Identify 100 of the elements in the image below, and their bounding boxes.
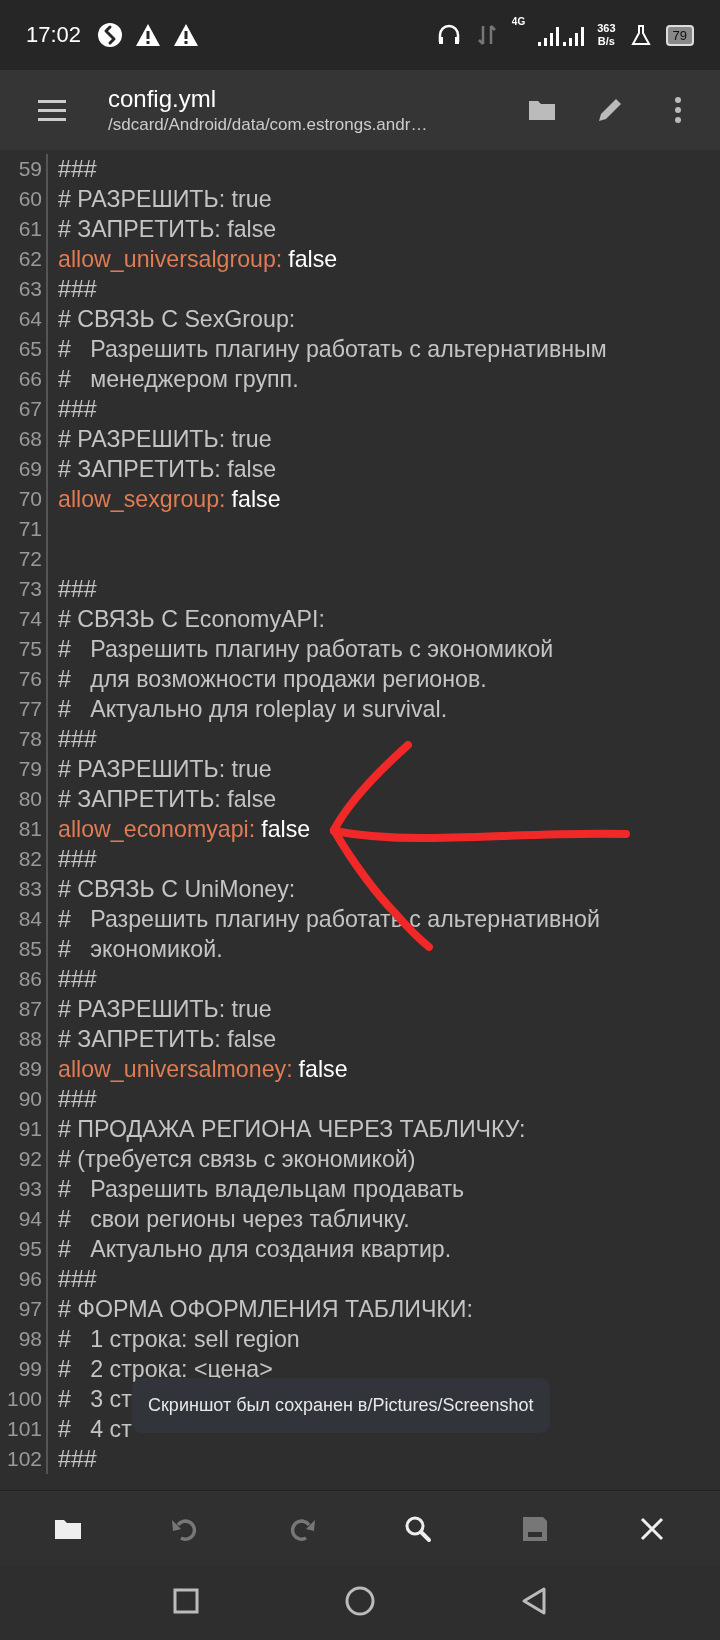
line-number: 59 — [0, 154, 48, 184]
line-number: 72 — [0, 544, 48, 574]
comment-line: # ФОРМА ОФОРМЛЕНИЯ ТАБЛИЧКИ: — [58, 1295, 473, 1324]
comment-line: # Актуально для roleplay и survival. — [58, 695, 448, 724]
line-number: 89 — [0, 1054, 48, 1084]
line-number: 64 — [0, 304, 48, 334]
comment-line: # 1 строка: sell region — [58, 1325, 300, 1354]
comment-line: # Разрешить плагину работать с альтернативным — [58, 335, 607, 364]
comment-line: # Разрешить плагину работать с экономикой — [58, 635, 554, 664]
comment-line: ### — [58, 1445, 97, 1474]
network-speed: 363 — [597, 22, 616, 35]
setting-key: allow_universalmoney: — [58, 1054, 293, 1084]
comment-line: # ЗАПРЕТИТЬ: false — [58, 455, 277, 484]
line-number: 90 — [0, 1084, 48, 1114]
home-button[interactable] — [343, 1584, 377, 1618]
setting-value: false — [298, 1055, 348, 1084]
comment-line: ### — [58, 965, 97, 994]
comment-line: # СВЯЗЬ С EconomyAPI: — [58, 605, 325, 634]
comment-line: # 3 ст — [58, 1385, 132, 1414]
line-number: 94 — [0, 1204, 48, 1234]
file-name: config.yml — [108, 85, 218, 113]
line-number: 68 — [0, 424, 48, 454]
comment-line: # ЗАПРЕТИТЬ: false — [58, 215, 277, 244]
line-number: 78 — [0, 724, 48, 754]
line-number: 77 — [0, 694, 48, 724]
comment-line: ### — [58, 275, 97, 304]
comment-line: # 4 ст — [58, 1415, 132, 1444]
line-number: 62 — [0, 244, 48, 274]
line-number: 100 — [0, 1384, 48, 1414]
comment-line: # Разрешить владельцам продавать — [58, 1175, 465, 1204]
line-number: 83 — [0, 874, 48, 904]
warning-icon — [135, 22, 162, 48]
line-number: 101 — [0, 1414, 48, 1444]
line-number: 65 — [0, 334, 48, 364]
comment-line: ### — [58, 725, 97, 754]
line-number: 79 — [0, 754, 48, 784]
comment-line: ### — [58, 1265, 97, 1294]
line-number: 61 — [0, 214, 48, 244]
more-icon — [674, 94, 682, 126]
line-number: 75 — [0, 634, 48, 664]
line-number: 73 — [0, 574, 48, 604]
line-number: 85 — [0, 934, 48, 964]
comment-line: # ЗАПРЕТИТЬ: false — [58, 1025, 277, 1054]
comment-line: # Актуально для создания квартир. — [58, 1235, 452, 1264]
line-number: 66 — [0, 364, 48, 394]
warning-icon — [173, 22, 200, 48]
file-path: /sdcard/Android/data/com.estrongs.andr… — [108, 115, 429, 135]
comment-line: # менеджером групп. — [58, 365, 299, 394]
comment-line: # (требуется связь с экономикой) — [58, 1145, 416, 1174]
line-number: 87 — [0, 994, 48, 1024]
line-number: 60 — [0, 184, 48, 214]
comment-line: # СВЯЗЬ С SexGroup: — [58, 305, 296, 334]
comment-line: # ПРОДАЖА РЕГИОНА ЧЕРЕЗ ТАБЛИЧКУ: — [58, 1115, 526, 1144]
app-notification-icon — [97, 22, 124, 48]
setting-value: false — [231, 485, 281, 514]
setting-key: allow_universalgroup: — [58, 244, 283, 274]
line-number: 80 — [0, 784, 48, 814]
line-number: 70 — [0, 484, 48, 514]
comment-line: # свои регионы через табличку. — [58, 1205, 410, 1234]
line-number: 92 — [0, 1144, 48, 1174]
comment-line: ### — [58, 155, 97, 184]
setting-key: allow_economyapi: — [58, 814, 256, 844]
comment-line: # РАЗРЕШИТЬ: true — [58, 755, 272, 784]
comment-line: ### — [58, 395, 97, 424]
line-number: 102 — [0, 1444, 48, 1474]
comment-line: # РАЗРЕШИТЬ: true — [58, 185, 272, 214]
setting-value: false — [288, 245, 338, 274]
line-number: 63 — [0, 274, 48, 304]
battery-level: 79 — [665, 24, 694, 46]
comment-line: ### — [58, 1085, 97, 1114]
line-number: 88 — [0, 1024, 48, 1054]
comment-line: # экономикой. — [58, 935, 223, 964]
setting-key: allow_sexgroup: — [58, 484, 226, 514]
line-number: 82 — [0, 844, 48, 874]
line-number: 96 — [0, 1264, 48, 1294]
comment-line: # СВЯЗЬ С UniMoney: — [58, 875, 296, 904]
comment-line: # ЗАПРЕТИТЬ: false — [58, 785, 277, 814]
line-number: 91 — [0, 1114, 48, 1144]
line-number: 86 — [0, 964, 48, 994]
line-number: 71 — [0, 514, 48, 544]
line-number: 93 — [0, 1174, 48, 1204]
network-type: 4G — [511, 16, 526, 27]
comment-line: ### — [58, 575, 97, 604]
clock: 17:02 — [26, 22, 82, 48]
comment-line: # РАЗРЕШИТЬ: true — [58, 995, 272, 1024]
line-number: 84 — [0, 904, 48, 934]
line-number: 69 — [0, 454, 48, 484]
line-number: 97 — [0, 1294, 48, 1324]
line-number: 81 — [0, 814, 48, 844]
comment-line: # для возможности продажи регионов. — [58, 665, 487, 694]
comment-line: ### — [58, 845, 97, 874]
comment-line: # РАЗРЕШИТЬ: true — [58, 425, 272, 454]
setting-value: false — [261, 815, 311, 844]
line-number: 76 — [0, 664, 48, 694]
line-number: 99 — [0, 1354, 48, 1384]
line-number: 98 — [0, 1324, 48, 1354]
line-number: 74 — [0, 604, 48, 634]
network-speed: B/s — [597, 35, 616, 48]
line-number: 67 — [0, 394, 48, 424]
line-number: 95 — [0, 1234, 48, 1264]
